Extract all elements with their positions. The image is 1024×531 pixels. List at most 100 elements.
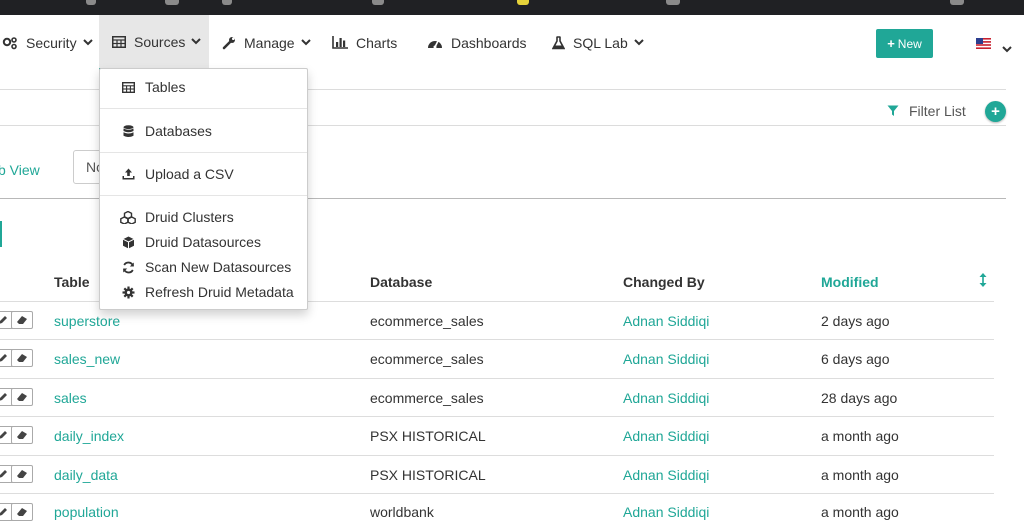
pencil-icon: [0, 354, 7, 362]
new-button-label: New: [897, 36, 922, 51]
chevron-down-icon[interactable]: [1002, 40, 1012, 56]
menu-divider: [100, 108, 307, 109]
modified-cell: 2 days ago: [821, 313, 890, 329]
pencil-icon: [0, 393, 7, 401]
view-link[interactable]: b View: [0, 162, 40, 178]
menu-item-label: Tables: [145, 79, 186, 95]
modified-cell: 28 days ago: [821, 390, 898, 406]
changed-by-link[interactable]: Adnan Siddiqi: [623, 351, 709, 367]
pencil-icon: [0, 508, 7, 516]
menu-item-druid-clusters[interactable]: Druid Clusters: [100, 205, 307, 229]
table-name-link[interactable]: daily_index: [54, 428, 124, 444]
table-name-link[interactable]: daily_data: [54, 467, 118, 483]
database-cell: ecommerce_sales: [370, 313, 484, 329]
cube-icon: [120, 236, 136, 249]
nav-manage[interactable]: Manage: [222, 15, 311, 70]
database-cell: PSX HISTORICAL: [370, 467, 486, 483]
menu-item-tables[interactable]: Tables: [100, 75, 307, 99]
menu-item-label: Druid Clusters: [145, 209, 234, 225]
database-icon: [120, 124, 136, 138]
menu-item-upload-csv[interactable]: Upload a CSV: [100, 162, 307, 186]
browser-bookmarks-strip: [0, 0, 1024, 15]
bar-chart-icon: [332, 36, 348, 49]
pencil-icon: [0, 431, 7, 439]
eraser-icon: [17, 354, 27, 362]
modified-cell: a month ago: [821, 467, 899, 483]
delete-button[interactable]: [11, 349, 33, 367]
sort-icon[interactable]: [978, 272, 988, 291]
table-name-link[interactable]: sales: [54, 390, 87, 406]
changed-by-link[interactable]: Adnan Siddiqi: [623, 504, 709, 520]
nav-security[interactable]: Security: [0, 15, 98, 70]
refresh-icon: [120, 261, 136, 274]
filter-list-button[interactable]: Filter List: [887, 103, 966, 119]
menu-item-label: Databases: [145, 123, 212, 139]
menu-item-databases[interactable]: Databases: [100, 119, 307, 143]
eraser-icon: [17, 470, 27, 478]
pencil-icon: [0, 470, 7, 478]
filter-icon: [887, 105, 899, 117]
delete-button[interactable]: [11, 311, 33, 329]
add-record-button[interactable]: +: [985, 101, 1006, 122]
sources-dropdown-menu: Tables Databases Upload a CSV Druid Clus…: [99, 68, 308, 310]
chevron-down-icon: [82, 39, 93, 46]
modified-cell: a month ago: [821, 428, 899, 444]
table-name-link[interactable]: superstore: [54, 313, 120, 329]
database-cell: PSX HISTORICAL: [370, 428, 486, 444]
table-icon: [112, 35, 126, 48]
flask-icon: [552, 35, 565, 50]
nav-security-label: Security: [26, 34, 77, 51]
menu-item-label: Scan New Datasources: [145, 259, 292, 275]
top-navbar: Security Sources Manage Charts Dashboard…: [0, 15, 1024, 70]
menu-item-label: Druid Datasources: [145, 234, 261, 250]
modified-cell: a month ago: [821, 504, 899, 520]
delete-button[interactable]: [11, 503, 33, 521]
column-header-changed-by[interactable]: Changed By: [623, 274, 705, 290]
database-cell: ecommerce_sales: [370, 390, 484, 406]
cubes-icon: [120, 210, 136, 224]
menu-item-refresh-druid-metadata[interactable]: Refresh Druid Metadata: [100, 280, 307, 304]
delete-button[interactable]: [11, 465, 33, 483]
cog-icon: [120, 286, 136, 299]
nav-dashboards-label: Dashboards: [451, 34, 527, 51]
dashboard-icon: [427, 36, 443, 49]
upload-icon: [120, 168, 136, 180]
column-header-database[interactable]: Database: [370, 274, 432, 290]
database-cell: worldbank: [370, 504, 434, 520]
menu-item-label: Upload a CSV: [145, 166, 234, 182]
column-header-table[interactable]: Table: [54, 274, 90, 290]
filter-list-label: Filter List: [909, 103, 966, 119]
nav-sql-lab-label: SQL Lab: [573, 34, 628, 51]
nav-dashboards[interactable]: Dashboards: [427, 15, 527, 70]
us-flag-icon[interactable]: [976, 38, 991, 49]
eraser-icon: [17, 508, 27, 516]
column-header-modified[interactable]: Modified: [821, 274, 879, 290]
table-name-link[interactable]: population: [54, 504, 119, 520]
modified-cell: 6 days ago: [821, 351, 890, 367]
delete-button[interactable]: [11, 388, 33, 406]
menu-divider: [100, 152, 307, 153]
plus-icon: +: [991, 103, 1000, 120]
menu-item-druid-datasources[interactable]: Druid Datasources: [100, 230, 307, 254]
changed-by-link[interactable]: Adnan Siddiqi: [623, 467, 709, 483]
menu-divider: [100, 195, 307, 196]
changed-by-link[interactable]: Adnan Siddiqi: [623, 313, 709, 329]
eraser-icon: [17, 393, 27, 401]
plus-icon: +: [887, 36, 895, 51]
table-name-link[interactable]: sales_new: [54, 351, 120, 367]
nav-sources[interactable]: Sources: [99, 15, 209, 70]
nav-charts[interactable]: Charts: [332, 15, 397, 70]
action-button-edge[interactable]: [0, 221, 2, 247]
eraser-icon: [17, 431, 27, 439]
chevron-down-icon: [191, 38, 202, 45]
eraser-icon: [17, 316, 27, 324]
table-row: daily_index PSX HISTORICAL Adnan Siddiqi…: [0, 416, 994, 454]
changed-by-link[interactable]: Adnan Siddiqi: [623, 390, 709, 406]
nav-sql-lab[interactable]: SQL Lab: [552, 15, 644, 70]
menu-item-scan-new-datasources[interactable]: Scan New Datasources: [100, 255, 307, 279]
delete-button[interactable]: [11, 426, 33, 444]
gears-icon: [2, 36, 18, 50]
nav-sources-label: Sources: [134, 33, 186, 50]
changed-by-link[interactable]: Adnan Siddiqi: [623, 428, 709, 444]
new-button[interactable]: + New: [876, 29, 933, 58]
